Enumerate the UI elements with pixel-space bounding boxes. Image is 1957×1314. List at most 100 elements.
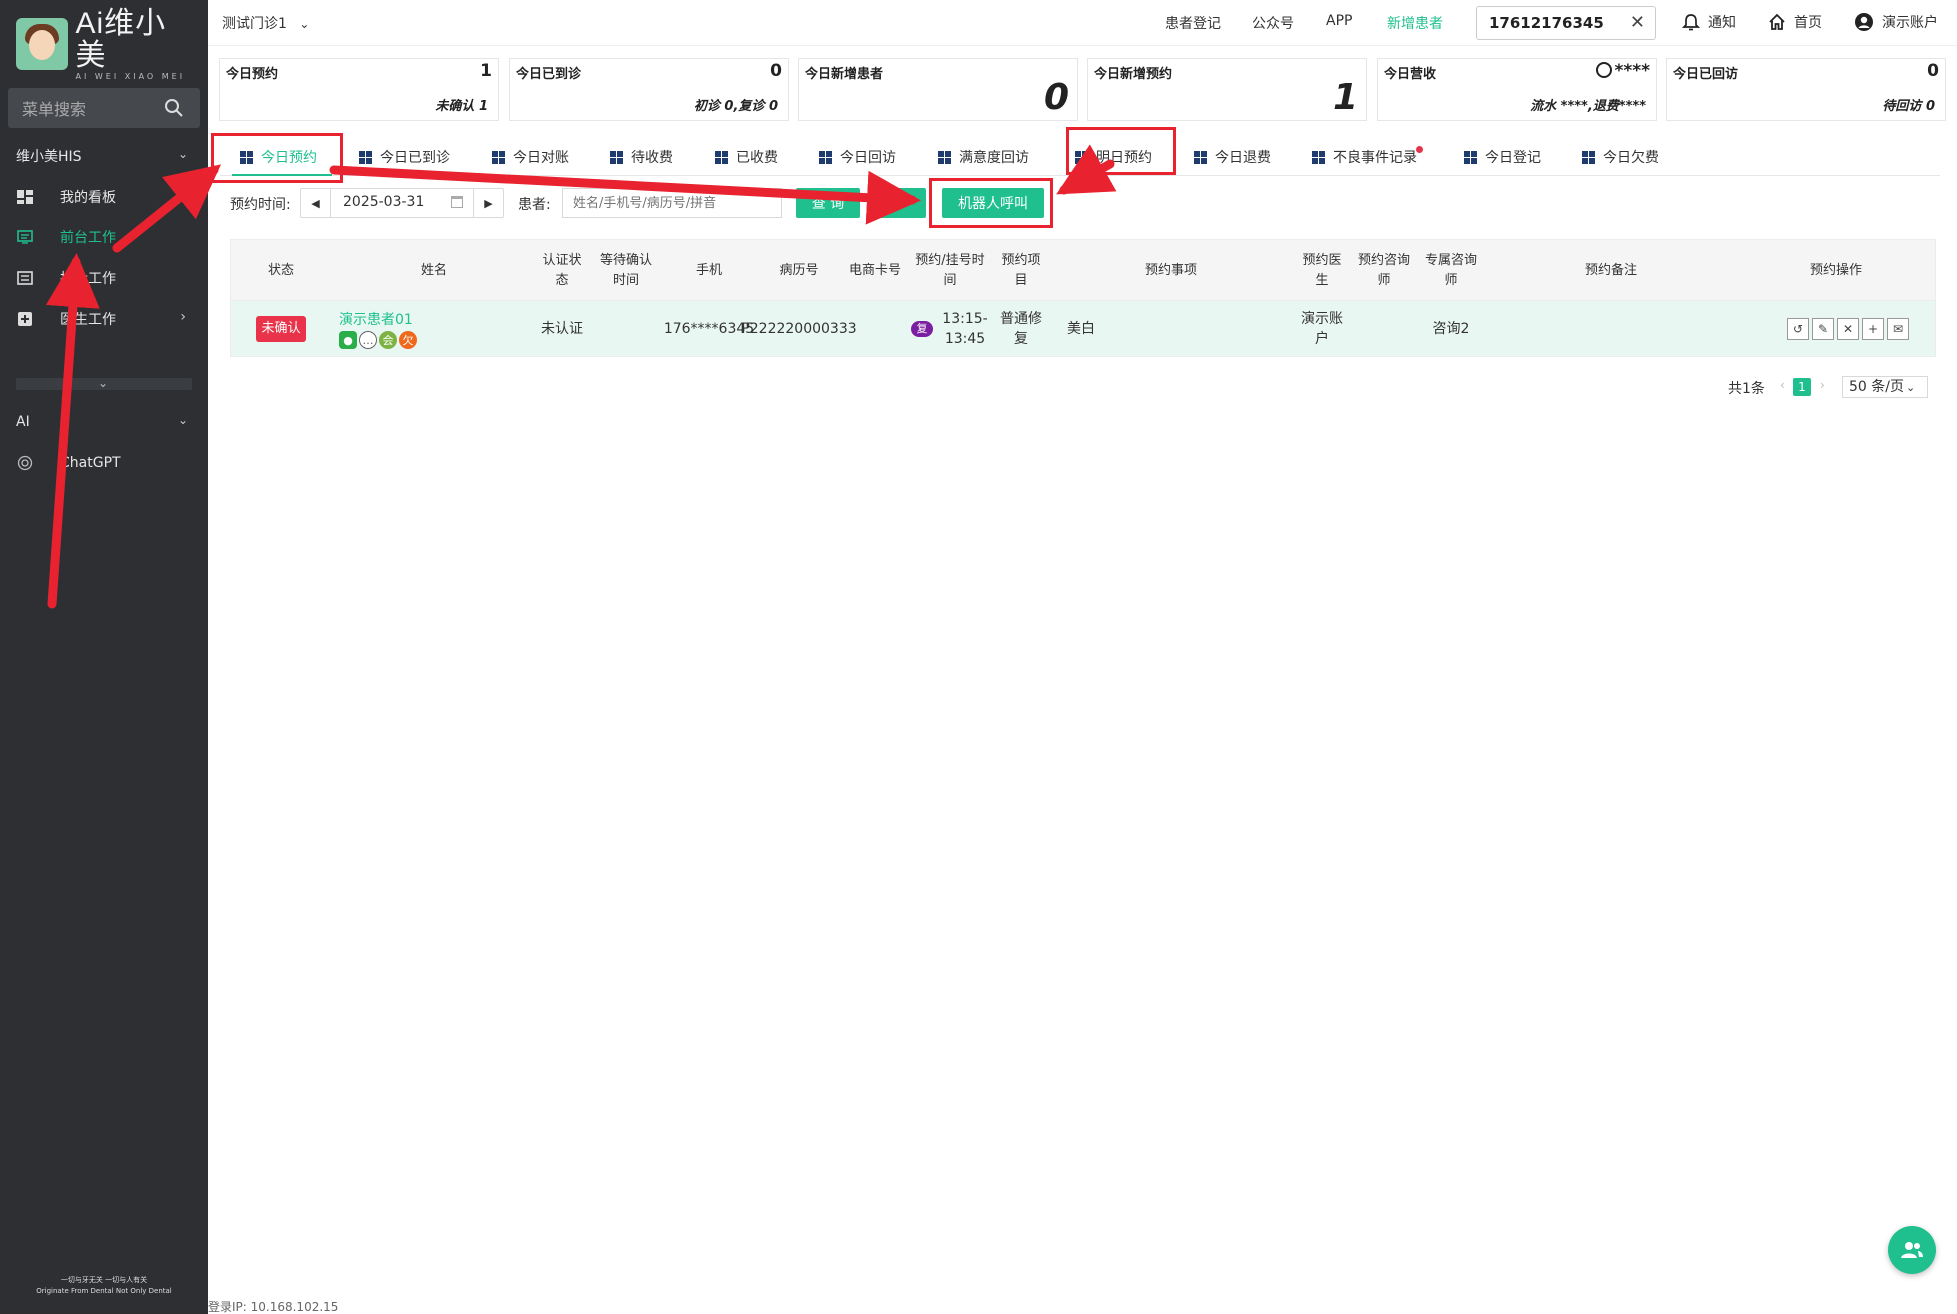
menu-search-input[interactable]: 菜单搜索 (8, 88, 200, 128)
menu-item-doctor-label: 医生工作 (60, 312, 116, 328)
patient-name-link[interactable]: 演示患者01 (339, 309, 413, 329)
grid-icon (1194, 150, 1207, 164)
frontdesk-icon (17, 230, 33, 244)
matter-cell: 美白 (1067, 321, 1095, 337)
pager-size-select[interactable]: 50 条/页 ⌄ (1842, 376, 1928, 398)
tab-today-reconcile[interactable]: 今日对账 (492, 142, 569, 172)
menu-item-dashboard[interactable]: 我的看板 (0, 179, 208, 215)
menu-group-ai[interactable]: AI ⌄ (0, 404, 208, 440)
stat-value-masked: **** (1614, 61, 1650, 81)
tab-label: 今日已到诊 (380, 150, 450, 166)
phone-search-value: 17612176345 (1489, 14, 1604, 32)
account-label: 演示账户 (1882, 15, 1938, 31)
patient-register-link[interactable]: 患者登记 (1165, 13, 1221, 33)
menu-item-frontdesk[interactable]: 前台工作 (0, 219, 208, 255)
tab-paid[interactable]: 已收费 (715, 142, 778, 172)
logo-subtitle: AI WEI XIAO MEI (75, 71, 186, 81)
pager-page-current[interactable]: 1 (1793, 378, 1811, 396)
eye-icon[interactable] (1596, 62, 1613, 78)
record-cell: P222220000333 (741, 321, 857, 337)
search-icon[interactable] (164, 98, 184, 118)
tab-today-register[interactable]: 今日登记 (1464, 142, 1541, 172)
menu-item-doctor[interactable]: 医生工作 › (0, 301, 208, 337)
menu-group-his[interactable]: 维小美HIS ⌄ (0, 138, 208, 174)
tab-satisfaction-followup[interactable]: 满意度回访 (938, 142, 1029, 172)
store-select[interactable]: 测试门诊1 ⌄ (222, 13, 309, 33)
stat-card-new-appointments[interactable]: 今日新增预约 1 (1087, 58, 1367, 121)
stat-card-new-patients[interactable]: 今日新增患者 0 (798, 58, 1078, 121)
prev-day-button[interactable]: ◀ (301, 189, 331, 217)
wechat-icon[interactable]: ● (339, 331, 357, 349)
col-doctor: 预约医生 (1302, 253, 1342, 288)
date-value: 2025-03-31 (343, 194, 425, 210)
col-remark: 预约备注 (1584, 263, 1637, 278)
slogan-line-2: Originate From Dental Not Only Dental (36, 1287, 172, 1295)
checkin-icon[interactable]: ↺ (1787, 318, 1809, 340)
action-button[interactable] (868, 188, 926, 218)
tab-today-refund[interactable]: 今日退费 (1194, 142, 1271, 172)
col-ops: 预约操作 (1809, 263, 1862, 278)
stat-card-followups[interactable]: 今日已回访 0 待回访 0 (1666, 58, 1946, 121)
tab-today-arrived[interactable]: 今日已到诊 (359, 142, 450, 172)
grid-icon (715, 150, 728, 164)
member-badge: 会 (379, 331, 397, 349)
cancel-icon[interactable]: ✕ (1837, 318, 1859, 340)
stat-card-today-appointments[interactable]: 今日预约 1 未确认 1 (219, 58, 499, 121)
next-day-button[interactable]: ▶ (473, 189, 503, 217)
message-icon[interactable]: ✉ (1887, 318, 1909, 340)
logo-title: Ai维小美 (75, 6, 167, 72)
col-wait: 等待确认时间 (599, 253, 652, 288)
stat-card-today-arrived[interactable]: 今日已到诊 0 初诊 0,复诊 0 (509, 58, 789, 121)
menu-item-nurse-label: 护士工作 (60, 271, 116, 287)
table-header: 状态 姓名 认证状态 等待确认时间 手机 病历号 电商卡号 预约/挂号时间 预约… (230, 239, 1936, 301)
add-icon[interactable]: + (1862, 318, 1884, 340)
time-cell: 复 13:15-13:45 (909, 301, 995, 357)
doctor-cell: 演示账户 (1301, 311, 1343, 347)
stat-label: 今日已到诊 (516, 67, 582, 82)
pager-next-icon[interactable]: › (1820, 378, 1825, 392)
tab-label: 今日登记 (1485, 150, 1541, 166)
stat-sub: 待回访 0 (1882, 99, 1935, 114)
edit-icon[interactable]: ✎ (1812, 318, 1834, 340)
close-icon[interactable]: ✕ (1630, 7, 1645, 39)
tab-label: 不良事件记录 (1333, 150, 1417, 166)
people-fab-button[interactable] (1888, 1226, 1936, 1274)
home-icon (1769, 13, 1785, 30)
annotation-box-today-tab (211, 133, 343, 183)
grid-icon (1582, 150, 1595, 164)
chevron-right-icon: › (180, 309, 186, 325)
col-name: 姓名 (420, 263, 447, 278)
tab-pending-payment[interactable]: 待收费 (610, 142, 673, 172)
annotation-box-robot-button (929, 178, 1053, 228)
menu-item-chatgpt[interactable]: ChatGPT (0, 445, 208, 481)
col-ecard: 电商卡号 (849, 263, 902, 278)
chevron-down-icon[interactable]: ⌄ (98, 376, 108, 390)
patient-search-input[interactable] (562, 188, 782, 218)
tab-label: 满意度回访 (959, 150, 1029, 166)
table-row[interactable]: 未确认 演示患者01 ● … 会 欠 未认证 176****6345 P2222… (230, 301, 1936, 357)
calendar-icon[interactable] (451, 196, 463, 208)
chat-icon[interactable]: … (359, 331, 377, 349)
stat-label: 今日新增预约 (1094, 67, 1173, 82)
account-menu[interactable]: 演示账户 (1854, 12, 1938, 32)
notify-link[interactable]: 通知 (1682, 12, 1736, 32)
app-link[interactable]: APP (1326, 13, 1352, 29)
grid-icon (938, 150, 951, 164)
pager-prev-icon[interactable]: ‹ (1780, 378, 1785, 392)
menu-item-nurse[interactable]: 护士工作 (0, 260, 208, 296)
tab-today-arrears[interactable]: 今日欠费 (1582, 142, 1659, 172)
date-picker[interactable]: ◀ 2025-03-31 ▶ (300, 188, 504, 218)
phone-search-input[interactable]: 17612176345 ✕ (1476, 6, 1656, 40)
new-patient-link[interactable]: 新增患者 (1387, 13, 1443, 33)
query-button[interactable]: 查 询 (796, 188, 860, 218)
menu-group-his-label: 维小美HIS (16, 149, 82, 165)
official-account-link[interactable]: 公众号 (1252, 13, 1294, 33)
tab-today-followup[interactable]: 今日回访 (819, 142, 896, 172)
home-link[interactable]: 首页 (1768, 12, 1822, 32)
date-filter-label: 预约时间: (230, 197, 291, 213)
tab-adverse-events[interactable]: 不良事件记录 (1312, 142, 1423, 172)
chevron-down-icon: ⌄ (177, 413, 188, 427)
col-time: 预约/挂号时间 (915, 253, 985, 288)
login-ip: 登录IP: 10.168.102.15 (208, 1300, 339, 1314)
stat-card-revenue[interactable]: 今日营收 **** 流水 ****,退费**** (1377, 58, 1657, 121)
